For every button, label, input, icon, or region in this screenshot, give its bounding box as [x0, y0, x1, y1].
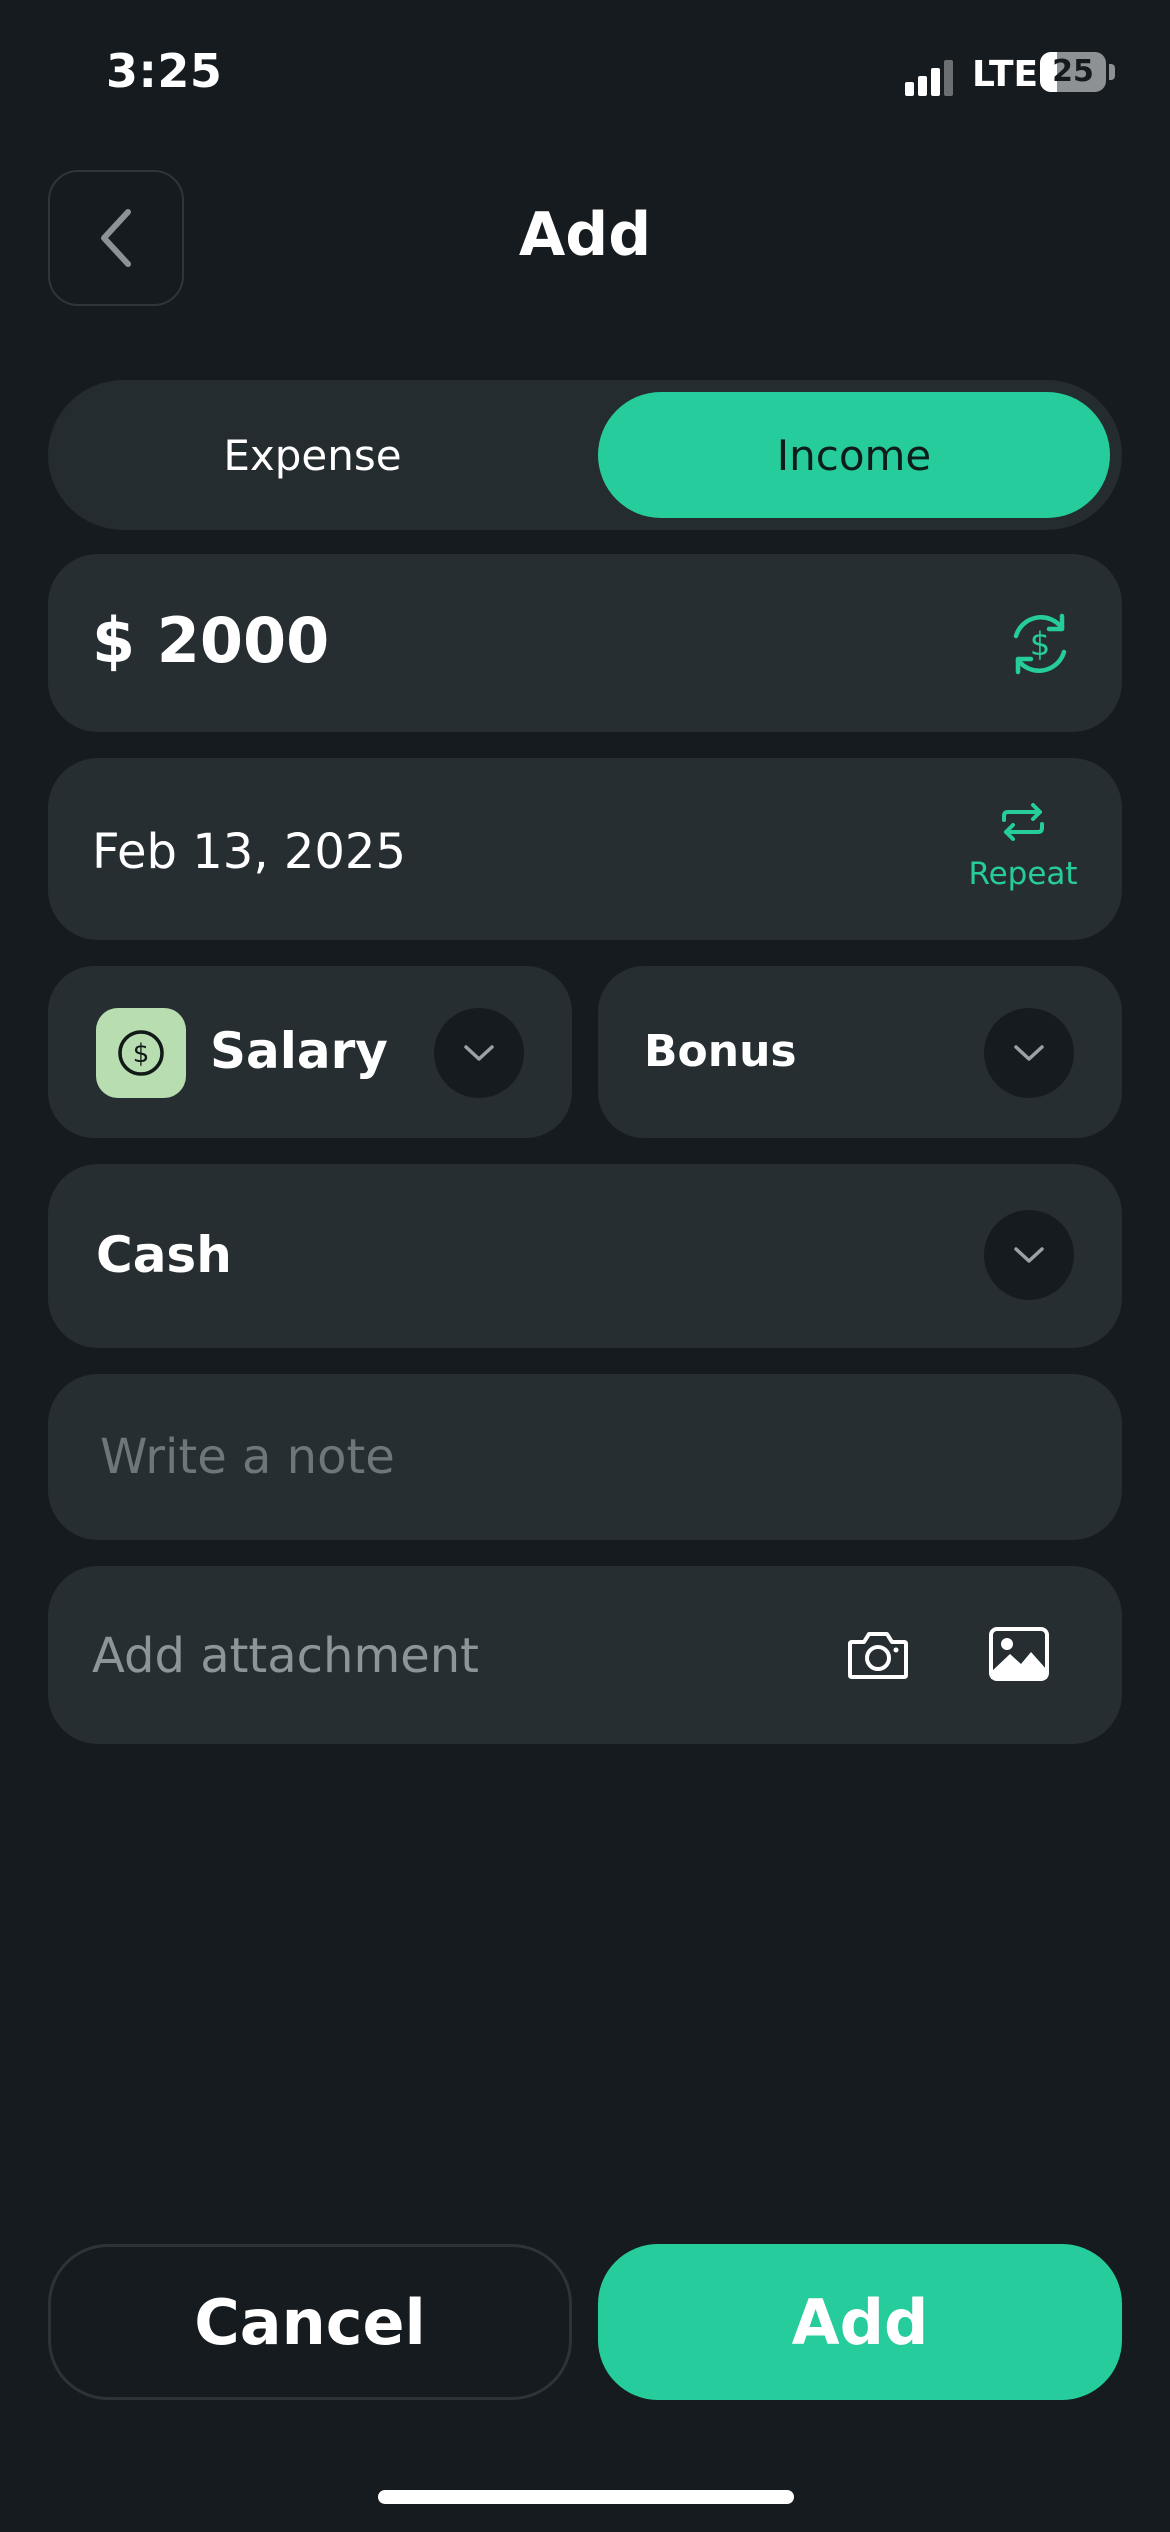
category-chevron-button[interactable]	[434, 1008, 524, 1098]
repeat-icon[interactable]	[998, 802, 1048, 842]
attachment-field: Add attachment	[48, 1566, 1122, 1744]
network-type: LTE	[972, 54, 1039, 95]
category-icon-box: $	[96, 1008, 186, 1098]
add-button[interactable]: Add	[598, 2244, 1122, 2400]
date-value: Feb 13, 2025	[92, 824, 406, 880]
currency-sync-icon[interactable]: $	[1004, 608, 1076, 680]
category-dropdown[interactable]: $ Salary	[48, 966, 572, 1138]
account-chevron-button[interactable]	[984, 1210, 1074, 1300]
image-icon[interactable]	[988, 1626, 1050, 1682]
category-label: Salary	[210, 1022, 388, 1080]
subcategory-chevron-button[interactable]	[984, 1008, 1074, 1098]
svg-text:$: $	[133, 1039, 150, 1069]
transaction-type-toggle: Expense Income	[48, 380, 1122, 530]
chevron-down-icon	[464, 1045, 494, 1061]
battery-icon: 25	[1040, 52, 1106, 92]
date-field[interactable]: Feb 13, 2025 Repeat	[48, 758, 1122, 940]
home-indicator[interactable]	[378, 2490, 794, 2504]
account-dropdown[interactable]: Cash	[48, 1164, 1122, 1348]
status-time: 3:25	[106, 44, 223, 98]
account-label: Cash	[96, 1226, 232, 1284]
chevron-down-icon	[1014, 1045, 1044, 1061]
tab-expense[interactable]: Expense	[60, 392, 565, 518]
note-input[interactable]	[100, 1424, 1000, 1490]
subcategory-dropdown[interactable]: Bonus	[598, 966, 1122, 1138]
repeat-label[interactable]: Repeat	[968, 856, 1078, 892]
amount-value: $ 2000	[92, 604, 330, 677]
svg-text:$: $	[1030, 625, 1050, 663]
tab-income[interactable]: Income	[598, 392, 1110, 518]
dollar-circle-icon: $	[118, 1030, 164, 1076]
camera-icon[interactable]	[846, 1628, 910, 1682]
subcategory-label: Bonus	[644, 1026, 797, 1077]
note-field	[48, 1374, 1122, 1540]
signal-strength-icon	[905, 56, 961, 96]
attachment-label: Add attachment	[92, 1628, 479, 1684]
battery-level: 25	[1052, 54, 1094, 89]
battery-tip	[1109, 64, 1115, 80]
cancel-button[interactable]: Cancel	[48, 2244, 572, 2400]
page-title: Add	[518, 200, 652, 270]
amount-field[interactable]: $ 2000 $	[48, 554, 1122, 732]
chevron-down-icon	[1014, 1247, 1044, 1263]
